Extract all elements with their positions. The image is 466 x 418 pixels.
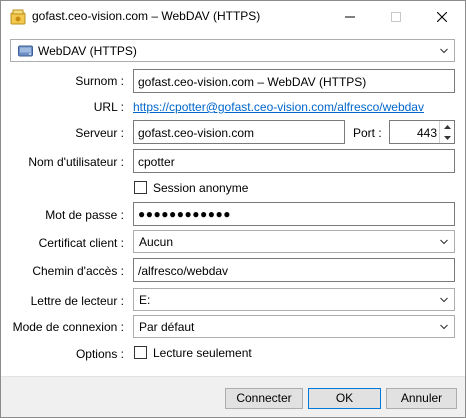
password-input[interactable]: ●●●●●●●●●●●● [133, 202, 455, 226]
app-icon [10, 9, 26, 25]
path-label: Chemin d'accès : [32, 264, 124, 278]
read-only-label: Lecture seulement [153, 346, 252, 360]
chevron-down-icon [440, 324, 448, 330]
port-up-button[interactable] [440, 121, 454, 132]
ok-button[interactable]: OK [308, 388, 381, 409]
cancel-button[interactable]: Annuler [386, 388, 457, 409]
port-stepper[interactable]: 443 [389, 120, 455, 144]
chevron-down-icon [440, 48, 448, 54]
drive-letter-value: E: [139, 293, 151, 307]
title-bar[interactable]: gofast.ceo-vision.com – WebDAV (HTTPS) [1, 1, 465, 32]
minimize-icon [345, 16, 355, 17]
anonymous-session-checkbox[interactable] [134, 181, 147, 194]
password-label: Mot de passe : [45, 208, 124, 222]
path-value: /alfresco/webdav [138, 264, 229, 278]
drive-letter-select[interactable]: E: [133, 288, 455, 311]
url-label: URL : [93, 100, 124, 114]
serveur-label: Serveur : [75, 126, 124, 140]
chevron-down-icon [440, 297, 448, 303]
options-label: Options : [75, 347, 124, 361]
protocol-select[interactable]: WebDAV (HTTPS) [10, 39, 455, 62]
password-value: ●●●●●●●●●●●● [138, 207, 231, 221]
client-cert-label: Certificat client : [38, 236, 124, 250]
drive-icon [18, 45, 33, 57]
port-stepper-arrows [439, 121, 454, 143]
connect-button[interactable]: Connecter [225, 388, 303, 409]
serveur-value: gofast.ceo-vision.com [138, 126, 255, 140]
surnom-label: Surnom : [75, 74, 124, 88]
window-title: gofast.ceo-vision.com – WebDAV (HTTPS) [32, 9, 261, 23]
connection-mode-select[interactable]: Par défaut [133, 315, 455, 338]
protocol-value: WebDAV (HTTPS) [38, 44, 137, 58]
surnom-value: gofast.ceo-vision.com – WebDAV (HTTPS) [138, 75, 367, 89]
chevron-up-icon [443, 124, 451, 129]
serveur-input[interactable]: gofast.ceo-vision.com [133, 120, 345, 144]
maximize-button[interactable] [373, 1, 419, 32]
surnom-input[interactable]: gofast.ceo-vision.com – WebDAV (HTTPS) [133, 69, 455, 93]
dialog-content: WebDAV (HTTPS) Surnom : gofast.ceo-visio… [1, 32, 465, 376]
anonymous-session-label: Session anonyme [153, 181, 249, 195]
chevron-down-icon [440, 239, 448, 245]
port-label: Port : [353, 126, 382, 140]
read-only-checkbox[interactable] [134, 346, 147, 359]
username-input[interactable]: cpotter [133, 149, 455, 173]
path-input[interactable]: /alfresco/webdav [133, 258, 455, 282]
close-icon [437, 11, 447, 22]
port-value: 443 [416, 126, 437, 140]
connection-mode-label: Mode de connexion : [12, 320, 124, 334]
username-value: cpotter [138, 155, 175, 169]
client-cert-select[interactable]: Aucun [133, 230, 455, 253]
client-cert-value: Aucun [139, 235, 174, 249]
drive-letter-label: Lettre de lecteur : [30, 294, 124, 308]
close-button[interactable] [419, 1, 465, 32]
url-link[interactable]: https://cpotter@gofast.ceo-vision.com/al… [133, 100, 424, 114]
port-down-button[interactable] [440, 132, 454, 143]
dialog-window: gofast.ceo-vision.com – WebDAV (HTTPS) W… [0, 0, 466, 418]
chevron-down-icon [443, 135, 451, 140]
maximize-icon [391, 11, 401, 22]
dialog-footer: Connecter OK Annuler [1, 376, 465, 417]
connection-mode-value: Par défaut [139, 320, 195, 334]
username-label: Nom d'utilisateur : [28, 155, 124, 169]
minimize-button[interactable] [327, 1, 373, 32]
